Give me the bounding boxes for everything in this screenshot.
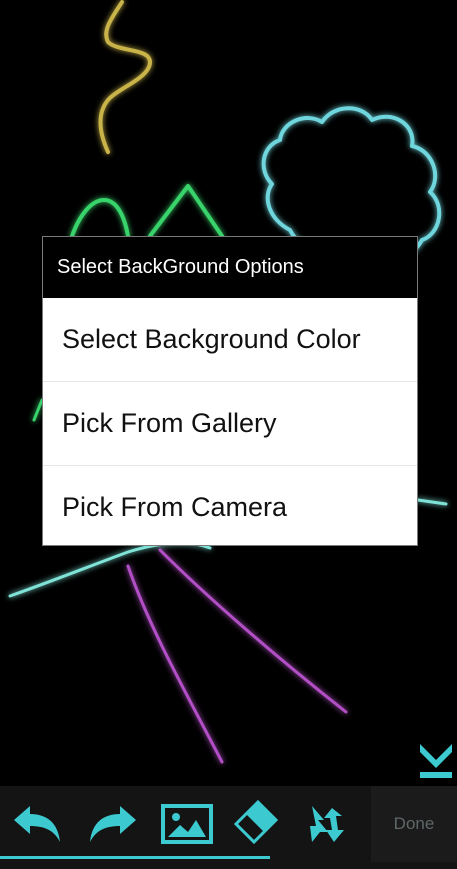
- redo-button[interactable]: [84, 796, 140, 852]
- background-options-dialog: Select BackGround Options Select Backgro…: [42, 236, 418, 546]
- purple-stroke-right: [158, 548, 348, 714]
- background-image-button[interactable]: [160, 796, 216, 852]
- swap-icon: [310, 806, 344, 842]
- toolbar-underline: [0, 856, 270, 859]
- eraser-icon: [233, 799, 279, 845]
- bottom-toolbar: Done: [0, 786, 457, 869]
- collapse-toolbar-button[interactable]: [418, 740, 454, 780]
- pick-from-gallery-option[interactable]: Pick From Gallery: [43, 382, 417, 466]
- green-stroke: [70, 198, 130, 238]
- yellow-stroke: [98, 0, 152, 154]
- chevron-down-icon: [420, 744, 452, 778]
- redo-icon: [90, 806, 136, 842]
- undo-icon: [14, 806, 60, 842]
- done-button[interactable]: Done: [371, 786, 457, 862]
- undo-button[interactable]: [10, 796, 66, 852]
- image-icon: [161, 804, 213, 844]
- pick-from-camera-option[interactable]: Pick From Camera: [43, 466, 417, 549]
- dialog-title: Select BackGround Options: [43, 237, 417, 298]
- select-background-color-option[interactable]: Select Background Color: [43, 298, 417, 382]
- green-line-stroke: [32, 398, 44, 422]
- eraser-button[interactable]: [230, 796, 286, 852]
- green-triangle-stroke: [148, 184, 224, 238]
- teal-right-stroke: [416, 498, 448, 506]
- swap-button[interactable]: [298, 796, 354, 852]
